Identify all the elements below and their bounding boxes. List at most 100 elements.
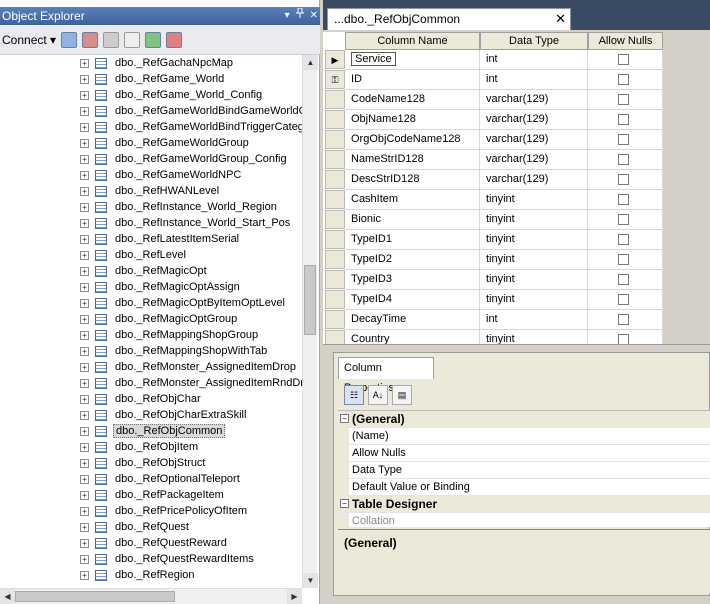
expand-icon[interactable]: + xyxy=(80,554,89,564)
allow-nulls-checkbox[interactable] xyxy=(618,334,629,344)
expand-icon[interactable]: + xyxy=(80,346,89,356)
expand-icon[interactable]: + xyxy=(80,570,89,580)
column-name-cell[interactable]: TypeID1 xyxy=(345,230,480,250)
expand-icon[interactable]: + xyxy=(80,186,89,196)
allow-nulls-checkbox[interactable] xyxy=(618,234,629,245)
expand-icon[interactable]: + xyxy=(80,314,89,324)
expand-icon[interactable]: + xyxy=(80,394,89,404)
table-row[interactable]: DecayTime int xyxy=(323,310,663,330)
column-name-cell[interactable]: CashItem xyxy=(345,190,480,210)
tree-item[interactable]: + dbo._RefObjCharExtraSkill xyxy=(80,407,248,423)
allow-nulls-checkbox[interactable] xyxy=(618,94,629,105)
categorized-icon[interactable]: ☷ xyxy=(344,385,364,405)
tree-item[interactable]: + dbo._RefMappingShopWithTab xyxy=(80,343,269,359)
row-selector[interactable] xyxy=(325,290,345,309)
expand-icon[interactable]: + xyxy=(80,218,89,228)
tree-item[interactable]: + dbo._RefGame_World xyxy=(80,71,226,87)
data-type-cell[interactable]: varchar(129) xyxy=(480,150,588,170)
document-tab[interactable]: ...dbo._RefObjCommon ✕ xyxy=(327,8,571,30)
property-row[interactable]: Collation xyxy=(338,513,710,527)
row-selector[interactable] xyxy=(325,130,345,149)
expand-icon[interactable]: + xyxy=(80,74,89,84)
expand-icon[interactable]: + xyxy=(80,426,89,436)
tree-item[interactable]: + dbo._RefObjCommon xyxy=(80,423,226,439)
delete-icon[interactable] xyxy=(166,31,183,48)
table-row[interactable]: CashItem tinyint xyxy=(323,190,663,210)
row-selector[interactable] xyxy=(325,310,345,329)
data-type-cell[interactable]: int xyxy=(480,50,588,70)
close-icon[interactable]: ✕ xyxy=(310,7,318,25)
data-type-cell[interactable]: int xyxy=(480,310,588,330)
primary-key-icon[interactable]: ⚿ xyxy=(325,70,345,89)
alphabetical-icon[interactable]: A↓ xyxy=(368,385,388,405)
tree-item[interactable]: + dbo._RefPricePolicyOfItem xyxy=(80,503,249,519)
property-row[interactable]: Data Type xyxy=(338,462,710,479)
row-selector[interactable] xyxy=(325,230,345,249)
row-selector[interactable] xyxy=(325,150,345,169)
tree-vertical-scrollbar[interactable]: ▲ ▼ xyxy=(302,55,318,588)
tree-item[interactable]: + dbo._RefMonster_AssignedItemDrop xyxy=(80,359,298,375)
tree-item[interactable]: + dbo._RefObjChar xyxy=(80,391,203,407)
table-row[interactable]: ObjName128 varchar(129) xyxy=(323,110,663,130)
expand-icon[interactable]: + xyxy=(80,330,89,340)
data-type-cell[interactable]: tinyint xyxy=(480,250,588,270)
expand-icon[interactable]: + xyxy=(80,138,89,148)
header-allow-nulls[interactable]: Allow Nulls xyxy=(588,32,663,50)
expand-icon[interactable]: + xyxy=(80,202,89,212)
allow-nulls-checkbox[interactable] xyxy=(618,74,629,85)
header-column-name[interactable]: Column Name xyxy=(345,32,480,50)
expand-icon[interactable]: + xyxy=(80,250,89,260)
expand-icon[interactable]: + xyxy=(80,298,89,308)
column-name-cell[interactable]: TypeID4 xyxy=(345,290,480,310)
stop-icon[interactable] xyxy=(103,31,120,48)
row-selector[interactable] xyxy=(325,330,345,344)
column-name-cell[interactable]: Country xyxy=(345,330,480,344)
data-type-cell[interactable]: tinyint xyxy=(480,290,588,310)
expand-icon[interactable]: + xyxy=(80,122,89,132)
column-name-cell[interactable]: Bionic xyxy=(345,210,480,230)
property-category[interactable]: − Table Designer xyxy=(338,496,710,513)
tree-item[interactable]: + dbo._RefGameWorldNPC xyxy=(80,167,243,183)
tree-item[interactable]: + dbo._RefGameWorldGroup xyxy=(80,135,251,151)
expand-icon[interactable]: + xyxy=(80,154,89,164)
data-type-cell[interactable]: varchar(129) xyxy=(480,130,588,150)
expand-icon[interactable]: + xyxy=(80,474,89,484)
expand-icon[interactable]: + xyxy=(80,458,89,468)
data-type-cell[interactable]: tinyint xyxy=(480,190,588,210)
tree-item[interactable]: + dbo._RefPackageItem xyxy=(80,487,226,503)
table-row[interactable]: NameStrID128 varchar(129) xyxy=(323,150,663,170)
column-name-cell[interactable]: ID xyxy=(345,70,480,90)
expand-icon[interactable]: + xyxy=(80,490,89,500)
tree-item[interactable]: + dbo._RefGachaNpcMap xyxy=(80,55,235,71)
collapse-icon[interactable]: − xyxy=(340,414,349,423)
tree-item[interactable]: + dbo._RefInstance_World_Start_Pos xyxy=(80,215,292,231)
header-data-type[interactable]: Data Type xyxy=(480,32,588,50)
row-selector[interactable] xyxy=(325,190,345,209)
connect-server-icon[interactable] xyxy=(61,31,78,48)
expand-icon[interactable]: + xyxy=(80,170,89,180)
tree-item[interactable]: + dbo._RefInstance_World_Region xyxy=(80,199,279,215)
row-selector[interactable] xyxy=(325,90,345,109)
row-selector[interactable] xyxy=(325,250,345,269)
scroll-down-arrow-icon[interactable]: ▼ xyxy=(303,573,318,588)
column-name-cell[interactable]: CodeName128 xyxy=(345,90,480,110)
column-name-cell[interactable]: TypeID2 xyxy=(345,250,480,270)
expand-icon[interactable]: + xyxy=(80,266,89,276)
column-name-cell[interactable]: NameStrID128 xyxy=(345,150,480,170)
table-row[interactable]: Country tinyint xyxy=(323,330,663,344)
allow-nulls-checkbox[interactable] xyxy=(618,214,629,225)
data-type-cell[interactable]: tinyint xyxy=(480,270,588,290)
tree-item[interactable]: + dbo._RefLatestItemSerial xyxy=(80,231,241,247)
scroll-thumb[interactable] xyxy=(304,265,316,335)
allow-nulls-checkbox[interactable] xyxy=(618,254,629,265)
row-selector[interactable] xyxy=(325,170,345,189)
property-row[interactable]: Allow Nulls xyxy=(338,445,710,462)
expand-icon[interactable]: + xyxy=(80,90,89,100)
expand-icon[interactable]: + xyxy=(80,410,89,420)
expand-icon[interactable]: + xyxy=(80,378,89,388)
close-icon[interactable]: ✕ xyxy=(555,9,566,29)
table-row[interactable]: Bionic tinyint xyxy=(323,210,663,230)
tree-item[interactable]: + dbo._RefMonster_AssignedItemRndDr xyxy=(80,375,302,391)
grid-splitter[interactable] xyxy=(323,344,710,350)
connect-button[interactable]: Connect ▾ xyxy=(2,33,56,47)
